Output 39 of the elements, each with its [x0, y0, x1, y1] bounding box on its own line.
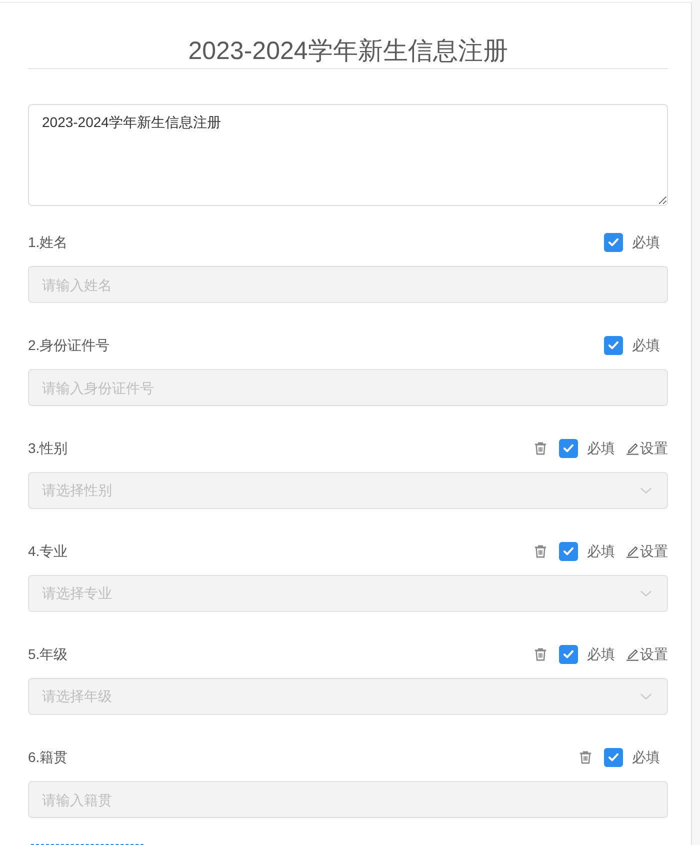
chevron-down-icon — [640, 590, 652, 597]
required-checkbox[interactable] — [559, 542, 578, 560]
question-label: 4.专业 — [28, 542, 68, 560]
form-title: 2023-2024学年新生信息注册 — [188, 36, 508, 67]
trash-icon[interactable] — [534, 440, 547, 456]
required-label: 必填 — [632, 232, 660, 252]
required-checkbox[interactable] — [559, 644, 578, 664]
question-label: 5.年级 — [28, 644, 68, 664]
check-icon — [563, 546, 574, 556]
question-label: 6.籍贯 — [28, 748, 68, 766]
trash-icon[interactable] — [534, 646, 547, 662]
check-icon — [608, 340, 619, 350]
chevron-down-icon — [640, 693, 652, 700]
required-label: 必填 — [587, 438, 615, 458]
pencil-icon — [626, 441, 639, 455]
check-icon — [608, 238, 619, 246]
settings-button[interactable]: 设置 — [626, 438, 668, 458]
required-label: 必填 — [587, 644, 615, 664]
required-checkbox[interactable] — [604, 748, 623, 766]
check-icon — [563, 650, 574, 658]
required-label: 必填 — [632, 336, 660, 354]
pencil-icon — [626, 647, 639, 661]
required-label: 必填 — [587, 542, 615, 560]
question-label: 1.姓名 — [28, 232, 68, 252]
pencil-icon — [626, 544, 639, 558]
question-label: 2.身份证件号 — [28, 336, 110, 354]
trash-icon[interactable] — [534, 544, 547, 558]
required-checkbox[interactable] — [559, 438, 578, 458]
check-icon — [608, 752, 619, 762]
chevron-down-icon — [640, 487, 652, 494]
trash-icon[interactable] — [579, 750, 592, 764]
required-checkbox[interactable] — [604, 232, 623, 252]
description-field[interactable]: 2023-2024学年新生信息注册 — [28, 104, 668, 206]
required-checkbox[interactable] — [604, 336, 623, 354]
settings-button[interactable]: 设置 — [626, 644, 668, 664]
check-icon — [563, 444, 574, 452]
settings-button[interactable]: 设置 — [626, 541, 668, 561]
required-label: 必填 — [632, 748, 660, 766]
question-label: 3.性别 — [28, 438, 68, 458]
